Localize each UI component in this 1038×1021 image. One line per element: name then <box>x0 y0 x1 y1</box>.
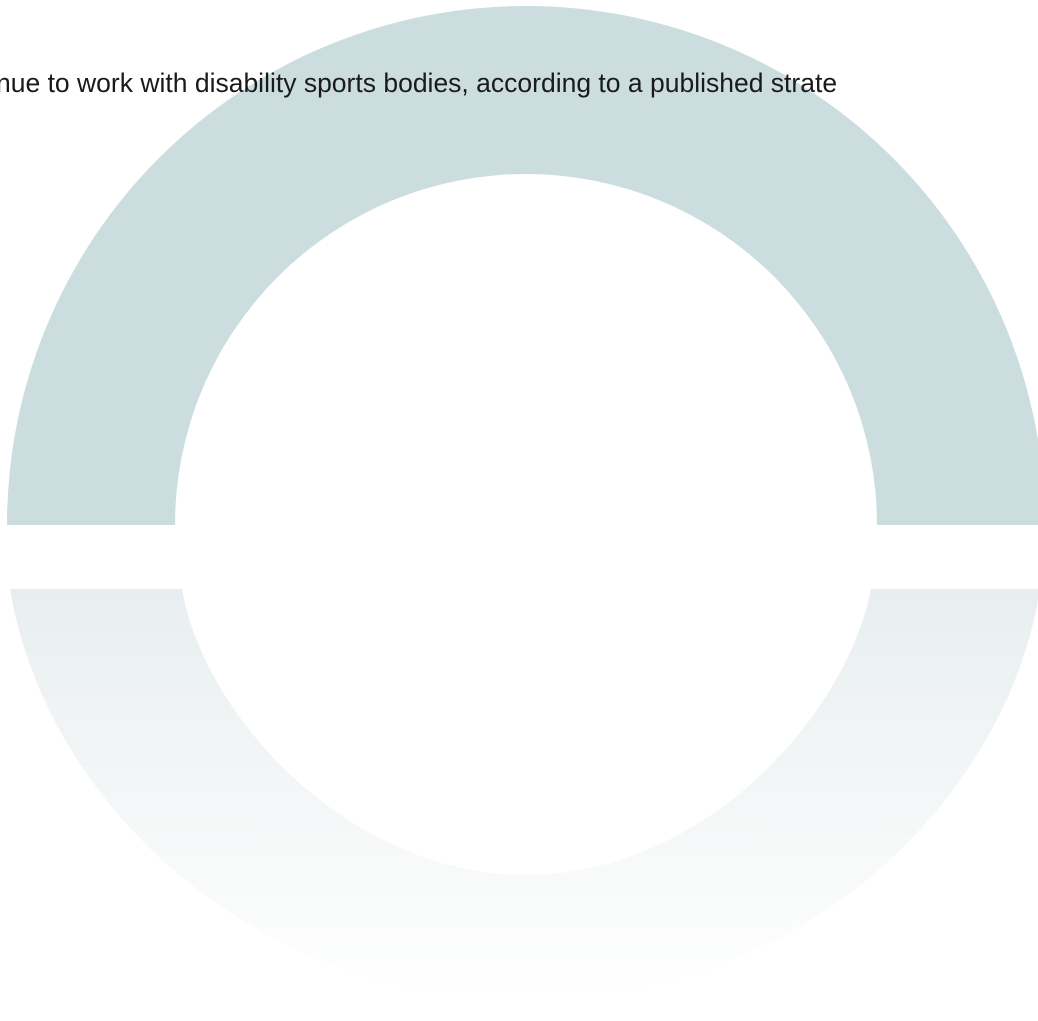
ring-lower-half <box>10 589 1038 1000</box>
page-canvas: ntinue to work with disability sports bo… <box>0 0 1038 1021</box>
split-ring-icon <box>7 6 1038 1000</box>
caption-text: ntinue to work with disability sports bo… <box>0 68 838 98</box>
